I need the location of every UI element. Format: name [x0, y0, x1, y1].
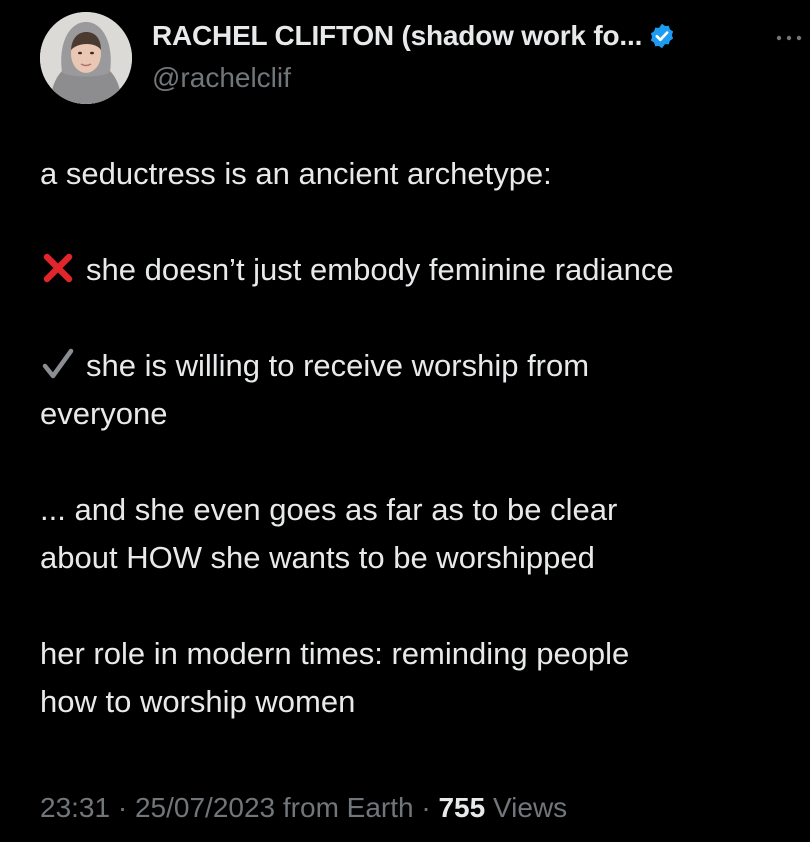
tweet-meta: 23:31 · 25/07/2023 from Earth · 755 View…: [40, 792, 567, 824]
tweet-text: a seductress is an ancient archetype: sh…: [40, 150, 800, 726]
separator: ·: [117, 792, 128, 823]
tweet-line: she is willing to receive worship from: [40, 342, 800, 390]
views-count[interactable]: 755: [438, 792, 485, 823]
tweet-source: from Earth: [282, 792, 414, 823]
tweet-line: everyone: [40, 396, 168, 431]
tweet-card: RACHEL CLIFTON (shadow work fo... @rache…: [0, 0, 810, 842]
more-options-icon[interactable]: [774, 30, 804, 41]
views-label: Views: [492, 792, 568, 823]
display-name[interactable]: RACHEL CLIFTON (shadow work fo...: [152, 20, 642, 52]
tweet-line-text: she doesn’t just embody feminine radianc…: [86, 252, 674, 287]
tweet-line: her role in modern times: reminding peop…: [40, 636, 630, 671]
user-handle[interactable]: @rachelclif: [152, 62, 291, 94]
tweet-line: how to worship women: [40, 684, 356, 719]
check-mark-icon: [40, 346, 76, 382]
tweet-line-text: she is willing to receive worship from: [86, 348, 590, 383]
name-row: RACHEL CLIFTON (shadow work fo...: [152, 20, 676, 52]
cross-mark-icon: [40, 250, 76, 286]
tweet-line: a seductress is an ancient archetype:: [40, 156, 552, 191]
avatar[interactable]: [40, 12, 132, 104]
tweet-line: about HOW she wants to be worshipped: [40, 540, 595, 575]
separator: ·: [421, 792, 431, 823]
tweet-line: she doesn’t just embody feminine radianc…: [40, 246, 800, 294]
tweet-time[interactable]: 23:31: [40, 792, 110, 823]
verified-badge-icon: [648, 22, 676, 50]
tweet-line: ... and she even goes as far as to be cl…: [40, 492, 618, 527]
tweet-date[interactable]: 25/07/2023: [135, 792, 275, 823]
tweet-header: RACHEL CLIFTON (shadow work fo... @rache…: [40, 12, 802, 104]
